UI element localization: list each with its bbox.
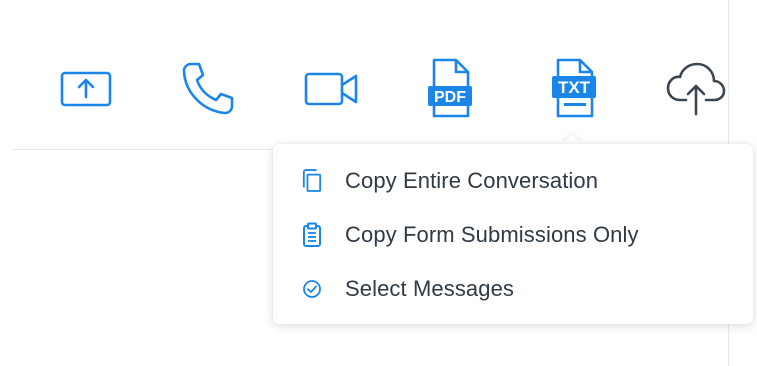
- menu-item-copy-form-submissions[interactable]: Copy Form Submissions Only: [273, 213, 753, 257]
- menu-item-label: Select Messages: [345, 276, 515, 301]
- phone-call-button[interactable]: [176, 56, 240, 120]
- page: PDF TXT Copy Entire Conversation Copy Fo…: [0, 0, 757, 366]
- video-call-button[interactable]: [300, 56, 364, 120]
- export-pdf-button[interactable]: PDF: [418, 56, 482, 120]
- menu-item-label: Copy Entire Conversation: [345, 168, 599, 193]
- menu-item-label: Copy Form Submissions Only: [345, 222, 639, 247]
- pdf-label: PDF: [434, 89, 466, 106]
- menu-item-copy-entire-conversation[interactable]: Copy Entire Conversation: [273, 159, 753, 203]
- upload-button[interactable]: [664, 56, 728, 120]
- pdf-file-icon: PDF: [422, 56, 478, 120]
- copy-icon: [302, 169, 322, 192]
- video-camera-icon: [300, 66, 364, 110]
- share-screen-icon: [56, 66, 116, 110]
- cloud-upload-icon: [664, 58, 728, 118]
- check-circle-icon: [302, 278, 322, 300]
- txt-label: TXT: [558, 78, 591, 97]
- clipboard-icon: [302, 222, 322, 247]
- share-screen-button[interactable]: [54, 56, 118, 120]
- phone-icon: [176, 58, 240, 118]
- export-dropdown: Copy Entire Conversation Copy Form Submi…: [273, 134, 753, 324]
- txt-file-icon: TXT: [546, 56, 602, 120]
- export-txt-button[interactable]: TXT: [542, 56, 606, 120]
- menu-item-select-messages[interactable]: Select Messages: [273, 267, 753, 311]
